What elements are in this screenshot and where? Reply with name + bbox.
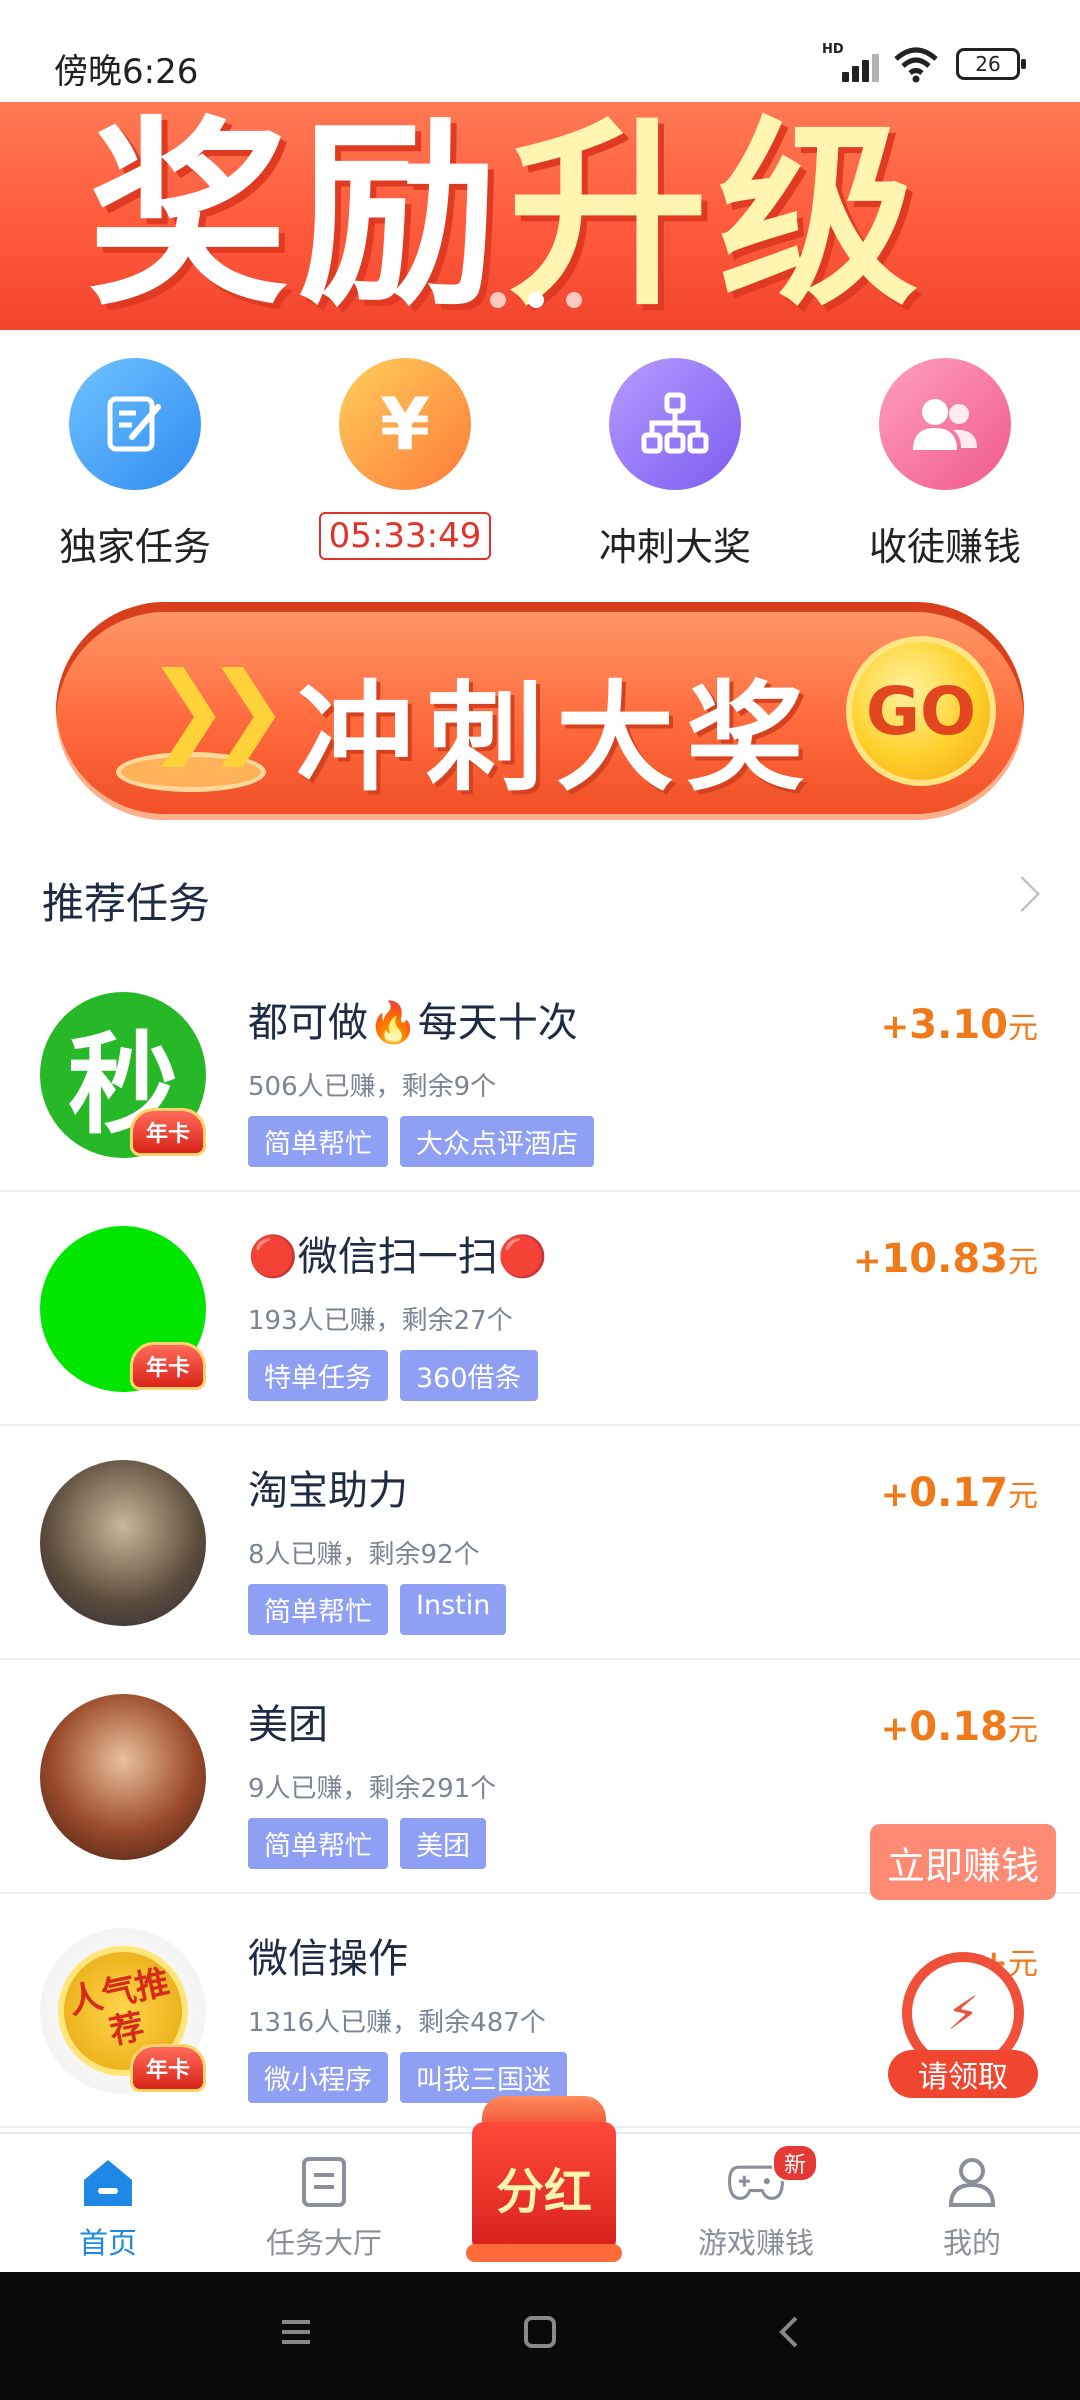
dividend-label: 分红 bbox=[495, 2164, 592, 2220]
task-reward: +10.83元 bbox=[852, 1236, 1038, 1282]
people-icon bbox=[879, 358, 1011, 490]
alarm-clock-widget[interactable]: ⚡ 请领取 bbox=[888, 1940, 1038, 2130]
quick-label-sprint-prize: 冲刺大奖 bbox=[598, 525, 751, 569]
status-bar: 傍晚6:26 HD 26 bbox=[0, 0, 1080, 102]
nav-home[interactable]: 首页 bbox=[0, 2134, 216, 2272]
task-stats: 9人已赚，剩余291个 bbox=[248, 1774, 497, 1804]
quick-item-sprint-prize[interactable]: 冲刺大奖 bbox=[540, 358, 810, 578]
section-title: 推荐任务 bbox=[42, 879, 211, 928]
task-row[interactable]: 秒 年卡 都可做🔥每天十次 506人已赚，剩余9个 简单帮忙 大众点评酒店 +3… bbox=[0, 958, 1080, 1192]
back-icon[interactable] bbox=[770, 2312, 810, 2352]
task-reward: +3.10元 bbox=[880, 1002, 1038, 1048]
countdown-timer: 05:33:49 bbox=[318, 512, 492, 560]
task-reward: +0.18元 bbox=[880, 1704, 1038, 1750]
annual-card-badge: 年卡 bbox=[130, 1342, 206, 1390]
task-tag: 简单帮忙 bbox=[248, 1818, 388, 1869]
task-tags: 简单帮忙 大众点评酒店 bbox=[248, 1116, 594, 1167]
quick-label-recruit: 收徒赚钱 bbox=[868, 525, 1021, 569]
envelope-base bbox=[466, 2244, 622, 2262]
task-row[interactable]: 年卡 🔴微信扫一扫🔴 193人已赚，剩余27个 特单任务 360借条 +10.8… bbox=[0, 1192, 1080, 1426]
quick-item-countdown[interactable]: ¥ 05:33:49 bbox=[270, 358, 540, 578]
task-tag: 360借条 bbox=[400, 1350, 538, 1401]
new-badge: 新 bbox=[772, 2144, 819, 2182]
task-title: 淘宝助力 bbox=[248, 1468, 408, 1514]
task-tag: 简单帮忙 bbox=[248, 1584, 388, 1635]
nav-label-mine: 我的 bbox=[942, 2226, 1001, 2260]
annual-card-badge: 年卡 bbox=[130, 1108, 206, 1156]
document-icon bbox=[296, 2154, 352, 2210]
banner-dot bbox=[490, 292, 506, 308]
task-tag: 简单帮忙 bbox=[248, 1116, 388, 1167]
task-stats: 506人已赚，剩余9个 bbox=[248, 1072, 497, 1102]
dividend-button[interactable]: 分红 bbox=[466, 2092, 622, 2262]
user-icon bbox=[944, 2154, 1000, 2210]
task-tags: 简单帮忙 Instin bbox=[248, 1584, 507, 1635]
battery-icon: 26 bbox=[956, 48, 1026, 80]
claim-button[interactable]: 请领取 bbox=[888, 2050, 1038, 2098]
task-tags: 简单帮忙 美团 bbox=[248, 1818, 486, 1869]
nav-mine[interactable]: 我的 bbox=[864, 2134, 1080, 2272]
battery-level: 26 bbox=[975, 52, 1001, 76]
quick-label-exclusive-task: 独家任务 bbox=[58, 525, 211, 569]
yen-icon: ¥ bbox=[339, 358, 471, 490]
quick-actions: 独家任务 ¥ 05:33:49 冲刺大奖 收徒赚钱 bbox=[0, 358, 1080, 578]
network-badge: HD bbox=[822, 42, 844, 57]
annual-card-badge: 年卡 bbox=[130, 2044, 206, 2092]
promo-banner[interactable]: 奖励升级 bbox=[0, 102, 1080, 330]
home-icon bbox=[80, 2154, 136, 2210]
sprint-banner-text: 冲刺大奖 bbox=[296, 669, 817, 807]
sprint-prize-banner[interactable]: ❯❯ 冲刺大奖 GO bbox=[56, 602, 1024, 820]
signal-icon: HD bbox=[822, 42, 879, 82]
task-avatar-photo bbox=[40, 1694, 206, 1860]
edit-icon bbox=[69, 358, 201, 490]
task-stats: 8人已赚，剩余92个 bbox=[248, 1540, 480, 1570]
task-tag: 美团 bbox=[400, 1818, 486, 1869]
double-chevron-icon: ❯❯ bbox=[146, 650, 289, 767]
task-tag: 大众点评酒店 bbox=[400, 1116, 594, 1167]
quick-item-exclusive-task[interactable]: 独家任务 bbox=[0, 358, 270, 578]
task-title: 美团 bbox=[248, 1702, 328, 1748]
earn-now-button[interactable]: 立即赚钱 bbox=[870, 1824, 1056, 1900]
nav-task-hall[interactable]: 任务大厅 bbox=[216, 2134, 432, 2272]
chevron-right-icon[interactable] bbox=[1004, 876, 1040, 912]
hierarchy-icon bbox=[609, 358, 741, 490]
task-reward: +0.17元 bbox=[880, 1470, 1038, 1516]
system-navigation-bar bbox=[0, 2272, 1080, 2400]
task-row[interactable]: 淘宝助力 8人已赚，剩余92个 简单帮忙 Instin +0.17元 bbox=[0, 1426, 1080, 1660]
status-time: 傍晚6:26 bbox=[54, 52, 199, 92]
banner-pagination bbox=[490, 292, 582, 308]
banner-dot-active bbox=[528, 292, 544, 308]
nav-label-task-hall: 任务大厅 bbox=[265, 2226, 382, 2260]
task-stats: 193人已赚，剩余27个 bbox=[248, 1306, 513, 1336]
wifi-icon bbox=[894, 47, 938, 83]
task-avatar-photo bbox=[40, 1460, 206, 1626]
nav-label-game-earn: 游戏赚钱 bbox=[697, 2226, 814, 2260]
banner-title-part-a: 奖励 bbox=[88, 102, 509, 330]
banner-dot bbox=[566, 292, 582, 308]
nav-label-home: 首页 bbox=[78, 2226, 137, 2260]
task-stats: 1316人已赚，剩余487个 bbox=[248, 2008, 546, 2038]
menu-icon[interactable] bbox=[276, 2312, 316, 2352]
task-tag: 特单任务 bbox=[248, 1350, 388, 1401]
quick-item-recruit[interactable]: 收徒赚钱 bbox=[810, 358, 1080, 578]
task-title: 🔴微信扫一扫🔴 bbox=[248, 1234, 548, 1280]
recommended-section-header[interactable]: 推荐任务 bbox=[0, 862, 1080, 938]
task-tags: 特单任务 360借条 bbox=[248, 1350, 538, 1401]
nav-game-earn[interactable]: 新 游戏赚钱 bbox=[648, 2134, 864, 2272]
home-button-icon[interactable] bbox=[520, 2312, 560, 2352]
banner-title: 奖励升级 bbox=[88, 112, 928, 322]
red-envelope-icon: 分红 bbox=[472, 2122, 616, 2252]
task-title: 微信操作 bbox=[248, 1936, 408, 1982]
task-tag: Instin bbox=[400, 1584, 507, 1635]
task-tag: 微小程序 bbox=[248, 2052, 388, 2103]
app-screen: 傍晚6:26 HD 26 奖励升级 独家任务 ¥ 05:33:49 冲刺大奖 收… bbox=[0, 0, 1080, 2400]
task-title: 都可做🔥每天十次 bbox=[248, 1000, 578, 1046]
go-button[interactable]: GO bbox=[846, 636, 996, 786]
status-icons: HD 26 bbox=[822, 42, 1026, 84]
